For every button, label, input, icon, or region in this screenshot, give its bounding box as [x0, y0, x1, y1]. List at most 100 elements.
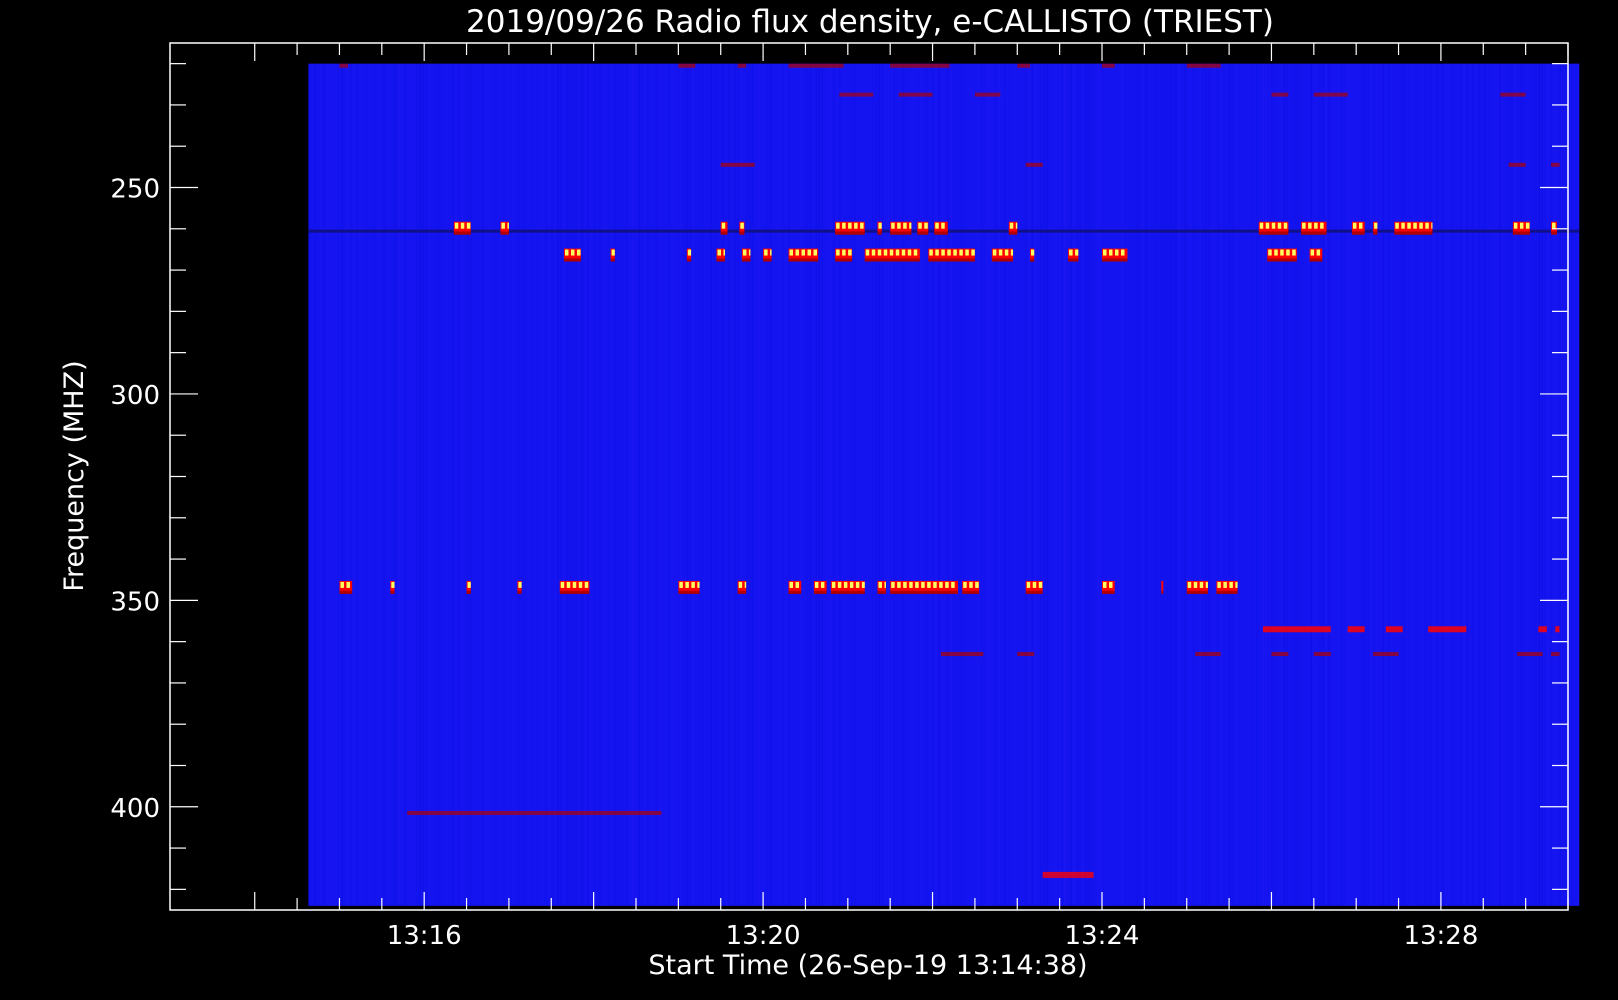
- texture-stripe: [1049, 63, 1051, 906]
- burst-tail: [1394, 231, 1433, 235]
- texture-stripe: [1283, 63, 1285, 906]
- texture-stripe: [1169, 63, 1171, 906]
- texture-stripe: [527, 63, 529, 906]
- texture-stripe: [1409, 63, 1411, 906]
- burst-core: [764, 249, 768, 256]
- texture-stripe: [464, 64, 466, 906]
- texture-stripe: [977, 63, 979, 906]
- burst-core: [1015, 222, 1018, 229]
- texture-stripe: [1550, 63, 1552, 906]
- burst-core: [842, 249, 846, 256]
- burst-tail: [1267, 258, 1297, 262]
- texture-stripe: [791, 63, 793, 906]
- texture-stripe: [746, 63, 748, 906]
- texture-stripe: [743, 64, 745, 906]
- texture-stripe: [851, 63, 853, 906]
- texture-stripe: [1073, 63, 1075, 906]
- texture-stripe: [740, 63, 742, 906]
- texture-stripe: [722, 63, 724, 906]
- burst-core: [837, 581, 842, 588]
- texture-stripe: [1304, 64, 1306, 906]
- texture-stripe: [1364, 63, 1366, 906]
- texture-stripe: [470, 63, 472, 906]
- texture-stripe: [635, 63, 637, 906]
- texture-stripe: [605, 63, 607, 906]
- burst-core: [697, 581, 700, 588]
- burst-core: [935, 222, 939, 229]
- burst-tail: [1301, 231, 1327, 235]
- burst-segment: [1195, 652, 1221, 657]
- burst-core: [1032, 581, 1037, 588]
- texture-stripe: [986, 63, 988, 906]
- texture-stripe: [938, 63, 940, 906]
- burst-core: [975, 581, 979, 588]
- texture-stripe: [689, 63, 691, 906]
- texture-stripe: [467, 63, 469, 906]
- texture-stripe: [1346, 63, 1348, 906]
- texture-stripe: [1301, 64, 1303, 906]
- texture-stripe: [857, 64, 859, 906]
- texture-stripe: [386, 64, 388, 906]
- texture-stripe: [980, 63, 982, 906]
- texture-stripe: [506, 63, 508, 906]
- texture-stripe: [974, 64, 976, 906]
- texture-stripe: [575, 63, 577, 906]
- burst-core: [1268, 249, 1272, 256]
- burst-core: [1280, 249, 1284, 256]
- burst-core: [1407, 222, 1411, 229]
- burst-tail: [1258, 231, 1289, 235]
- burst-core: [789, 249, 794, 256]
- texture-stripe: [788, 63, 790, 906]
- burst-core: [945, 581, 949, 588]
- burst-core: [723, 249, 725, 256]
- texture-stripe: [1259, 64, 1261, 906]
- texture-stripe: [1340, 63, 1342, 906]
- texture-stripe: [1151, 64, 1153, 906]
- texture-stripe: [830, 63, 832, 906]
- texture-stripe: [1040, 63, 1042, 906]
- texture-stripe: [1124, 64, 1126, 906]
- burst-tail: [1102, 258, 1128, 262]
- texture-stripe: [902, 63, 904, 906]
- texture-stripe: [953, 63, 955, 906]
- texture-stripe: [665, 63, 667, 906]
- texture-stripe: [662, 63, 664, 906]
- burst-segment: [898, 92, 933, 97]
- burst-tail: [610, 258, 615, 262]
- burst-tail: [917, 231, 929, 235]
- texture-stripe: [629, 63, 631, 906]
- texture-stripe: [1541, 63, 1543, 906]
- texture-stripe: [854, 63, 856, 906]
- texture-stripe: [1511, 63, 1513, 906]
- burst-core: [717, 249, 721, 256]
- texture-stripe: [944, 63, 946, 906]
- texture-stripe: [908, 64, 910, 906]
- burst-core: [927, 581, 931, 588]
- burst-core: [1552, 222, 1556, 229]
- texture-stripe: [398, 63, 400, 906]
- texture-stripe: [620, 64, 622, 906]
- burst-core: [770, 249, 772, 256]
- burst-core: [685, 581, 689, 588]
- texture-stripe: [491, 63, 493, 906]
- texture-stripe: [359, 63, 361, 906]
- texture-stripe: [407, 63, 409, 906]
- texture-stripe: [989, 63, 991, 906]
- burst-tail: [1161, 590, 1164, 594]
- burst-segment: [1017, 63, 1030, 68]
- texture-stripe: [1163, 63, 1165, 906]
- texture-stripe: [533, 64, 535, 906]
- texture-stripe: [494, 64, 496, 906]
- burst-segment: [1313, 652, 1331, 657]
- burst-core: [897, 581, 901, 588]
- texture-stripe: [1166, 63, 1168, 906]
- burst-core: [933, 581, 937, 588]
- burst-core: [959, 249, 963, 256]
- texture-stripe: [596, 64, 598, 906]
- y-tick-label: 300: [110, 381, 160, 411]
- texture-stripe: [401, 63, 403, 906]
- burst-segment: [737, 63, 747, 68]
- texture-stripe: [1025, 63, 1027, 906]
- burst-segment: [1428, 626, 1467, 633]
- texture-stripe: [1238, 63, 1240, 906]
